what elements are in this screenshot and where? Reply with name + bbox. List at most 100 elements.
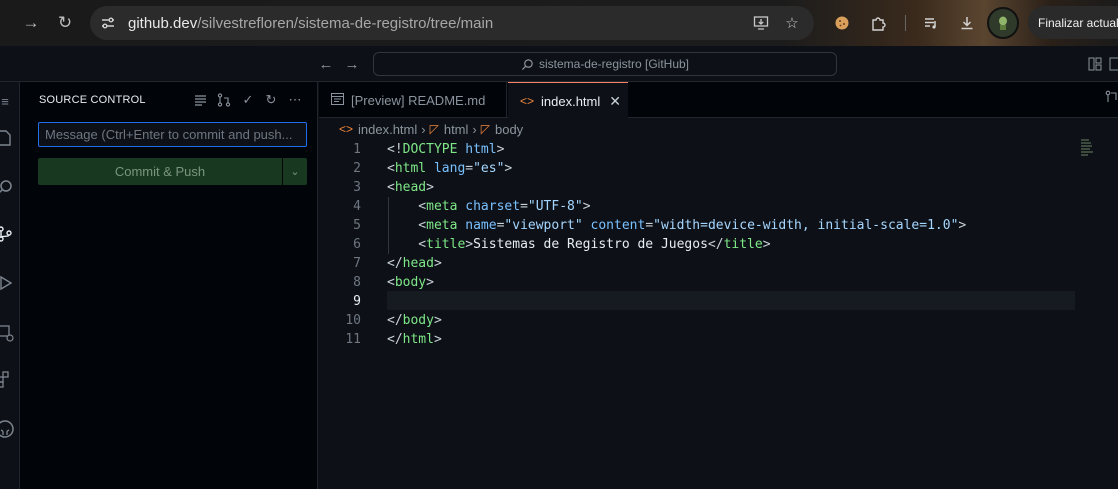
media-queue-icon[interactable] bbox=[919, 11, 943, 35]
back-arrow-icon[interactable]: ← bbox=[316, 54, 336, 74]
code-token: <! bbox=[387, 142, 403, 157]
profile-avatar[interactable] bbox=[987, 7, 1019, 39]
code-line[interactable]: 6 <title>Sistemas de Registro de Juegos<… bbox=[319, 235, 1118, 254]
url-path: /silvestrefloren/sistema-de-registro/tre… bbox=[197, 14, 494, 32]
menu-icon[interactable]: ≡ bbox=[0, 90, 16, 112]
site-info-icon[interactable] bbox=[95, 10, 121, 36]
commit-checkmark-icon[interactable]: ✓ bbox=[239, 91, 257, 109]
tab-index-html[interactable]: <> index.html ✕ bbox=[508, 82, 628, 119]
code-content: <!DOCTYPE html> bbox=[387, 140, 504, 159]
line-number: 9 bbox=[353, 294, 361, 309]
code-token: "UTF-8" bbox=[527, 199, 583, 214]
source-control-panel: SOURCE CONTROL ✓ ↻ ⋯ Commit & Push ⌄ bbox=[20, 82, 318, 489]
code-token: meta bbox=[426, 199, 458, 214]
toggle-sidebar-icon[interactable] bbox=[1108, 56, 1118, 72]
layout-panels-icon[interactable] bbox=[1087, 56, 1103, 72]
reload-icon[interactable]: ↻ bbox=[53, 11, 77, 35]
minimap[interactable] bbox=[1081, 139, 1093, 161]
refresh-icon[interactable]: ↻ bbox=[262, 91, 280, 109]
forward-arrow-icon[interactable]: → bbox=[19, 11, 43, 35]
download-icon[interactable] bbox=[955, 11, 979, 35]
toolbar-divider bbox=[905, 15, 906, 31]
code-token: > bbox=[958, 218, 967, 233]
extensions-icon[interactable] bbox=[0, 368, 16, 390]
code-line[interactable]: 8 <body> bbox=[319, 273, 1118, 292]
code-content: <meta name="viewport" content="width=dev… bbox=[387, 216, 966, 235]
code-token: = bbox=[465, 161, 474, 176]
bookmark-star-icon[interactable]: ☆ bbox=[781, 12, 803, 34]
code-token: name bbox=[465, 218, 497, 233]
code-content: </body> bbox=[387, 311, 442, 330]
code-content: <html lang="es"> bbox=[387, 159, 512, 178]
code-token: > bbox=[426, 180, 434, 195]
install-app-icon[interactable] bbox=[750, 12, 772, 34]
code-token: </ bbox=[387, 313, 403, 328]
finish-update-button[interactable]: Finalizar actuali bbox=[1028, 6, 1118, 39]
line-number: 4 bbox=[353, 199, 361, 214]
extensions-puzzle-icon[interactable] bbox=[866, 11, 890, 35]
preview-icon bbox=[331, 92, 344, 108]
line-number: 6 bbox=[353, 237, 361, 252]
code-token: = bbox=[520, 199, 528, 214]
code-token: > bbox=[496, 142, 505, 157]
code-token: charset bbox=[465, 199, 521, 214]
view-as-list-icon[interactable] bbox=[191, 91, 209, 109]
code-token: > bbox=[762, 237, 771, 252]
forward-arrow-icon[interactable]: → bbox=[342, 54, 362, 74]
code-token: body bbox=[394, 275, 427, 290]
code-token: > bbox=[426, 275, 434, 290]
commit-and-push-button[interactable]: Commit & Push bbox=[38, 158, 282, 185]
chevron-right-icon: › bbox=[421, 121, 426, 137]
create-pull-request-icon[interactable] bbox=[215, 91, 233, 109]
breadcrumb-body[interactable]: body bbox=[495, 122, 523, 137]
close-icon[interactable]: ✕ bbox=[609, 93, 621, 110]
more-actions-icon[interactable]: ⋯ bbox=[286, 91, 304, 109]
code-content: </html> bbox=[387, 330, 442, 349]
remote-explorer-icon[interactable] bbox=[0, 322, 16, 344]
github-icon[interactable] bbox=[0, 418, 16, 440]
code-token: content bbox=[590, 218, 646, 233]
code-line[interactable]: 10 </body> bbox=[319, 311, 1118, 330]
commit-options-dropdown[interactable]: ⌄ bbox=[283, 158, 307, 185]
explorer-files-icon[interactable] bbox=[0, 127, 16, 149]
breadcrumb-html[interactable]: html bbox=[444, 122, 469, 137]
search-icon[interactable] bbox=[0, 176, 16, 198]
run-debug-icon[interactable] bbox=[0, 272, 16, 294]
code-line[interactable]: 2 <html lang="es"> bbox=[319, 159, 1118, 178]
code-line[interactable]: 1 <!DOCTYPE html> bbox=[319, 140, 1118, 159]
code-token: > bbox=[433, 256, 442, 271]
browser-toolbar: → ↻ github.dev/silvestrefloren/sistema-d… bbox=[0, 0, 1118, 46]
code-token: </ bbox=[707, 237, 724, 252]
code-token: "es" bbox=[473, 161, 505, 176]
code-token: Sistemas de Registro de Juegos bbox=[473, 237, 708, 252]
tab-label: index.html bbox=[541, 93, 601, 109]
line-number: 5 bbox=[353, 218, 361, 233]
code-token: lang bbox=[433, 161, 466, 176]
cookie-extension-icon[interactable] bbox=[830, 11, 854, 35]
code-content: </head> bbox=[387, 254, 442, 273]
commit-message-input[interactable] bbox=[38, 122, 307, 147]
breadcrumb-file[interactable]: index.html bbox=[358, 122, 417, 137]
code-line[interactable]: 3 <head> bbox=[319, 178, 1118, 197]
code-line[interactable]: 9 bbox=[319, 292, 1118, 311]
code-token: < bbox=[387, 218, 427, 233]
address-bar[interactable]: github.dev/silvestrefloren/sistema-de-re… bbox=[90, 6, 814, 40]
code-line[interactable]: 5 <meta name="viewport" content="width=d… bbox=[319, 216, 1118, 235]
code-token: html bbox=[465, 142, 497, 157]
code-token: < bbox=[387, 237, 427, 252]
open-changes-icon[interactable] bbox=[1105, 90, 1118, 108]
source-control-icon[interactable] bbox=[0, 223, 16, 245]
code-line[interactable]: 11 </html> bbox=[319, 330, 1118, 349]
code-content: <meta charset="UTF-8"> bbox=[387, 197, 590, 216]
code-token: </ bbox=[387, 256, 403, 271]
command-center-label: sistema-de-registro [GitHub] bbox=[538, 57, 690, 71]
html-file-icon: <> bbox=[520, 94, 535, 108]
code-editor[interactable]: 1 <!DOCTYPE html> 2 <html lang="es"> 3 <head>… bbox=[319, 140, 1118, 489]
breadcrumb: <> index.html › ◸ html › ◸ body bbox=[319, 118, 1118, 140]
html-element-icon: ◸ bbox=[480, 122, 490, 136]
command-center[interactable]: sistema-de-registro [GitHub] bbox=[373, 52, 837, 76]
code-line[interactable]: 4 <meta charset="UTF-8"> bbox=[319, 197, 1118, 216]
code-token: head bbox=[402, 256, 434, 271]
code-line[interactable]: 7 </head> bbox=[319, 254, 1118, 273]
tab-readme-preview[interactable]: [Preview] README.md bbox=[319, 82, 507, 118]
